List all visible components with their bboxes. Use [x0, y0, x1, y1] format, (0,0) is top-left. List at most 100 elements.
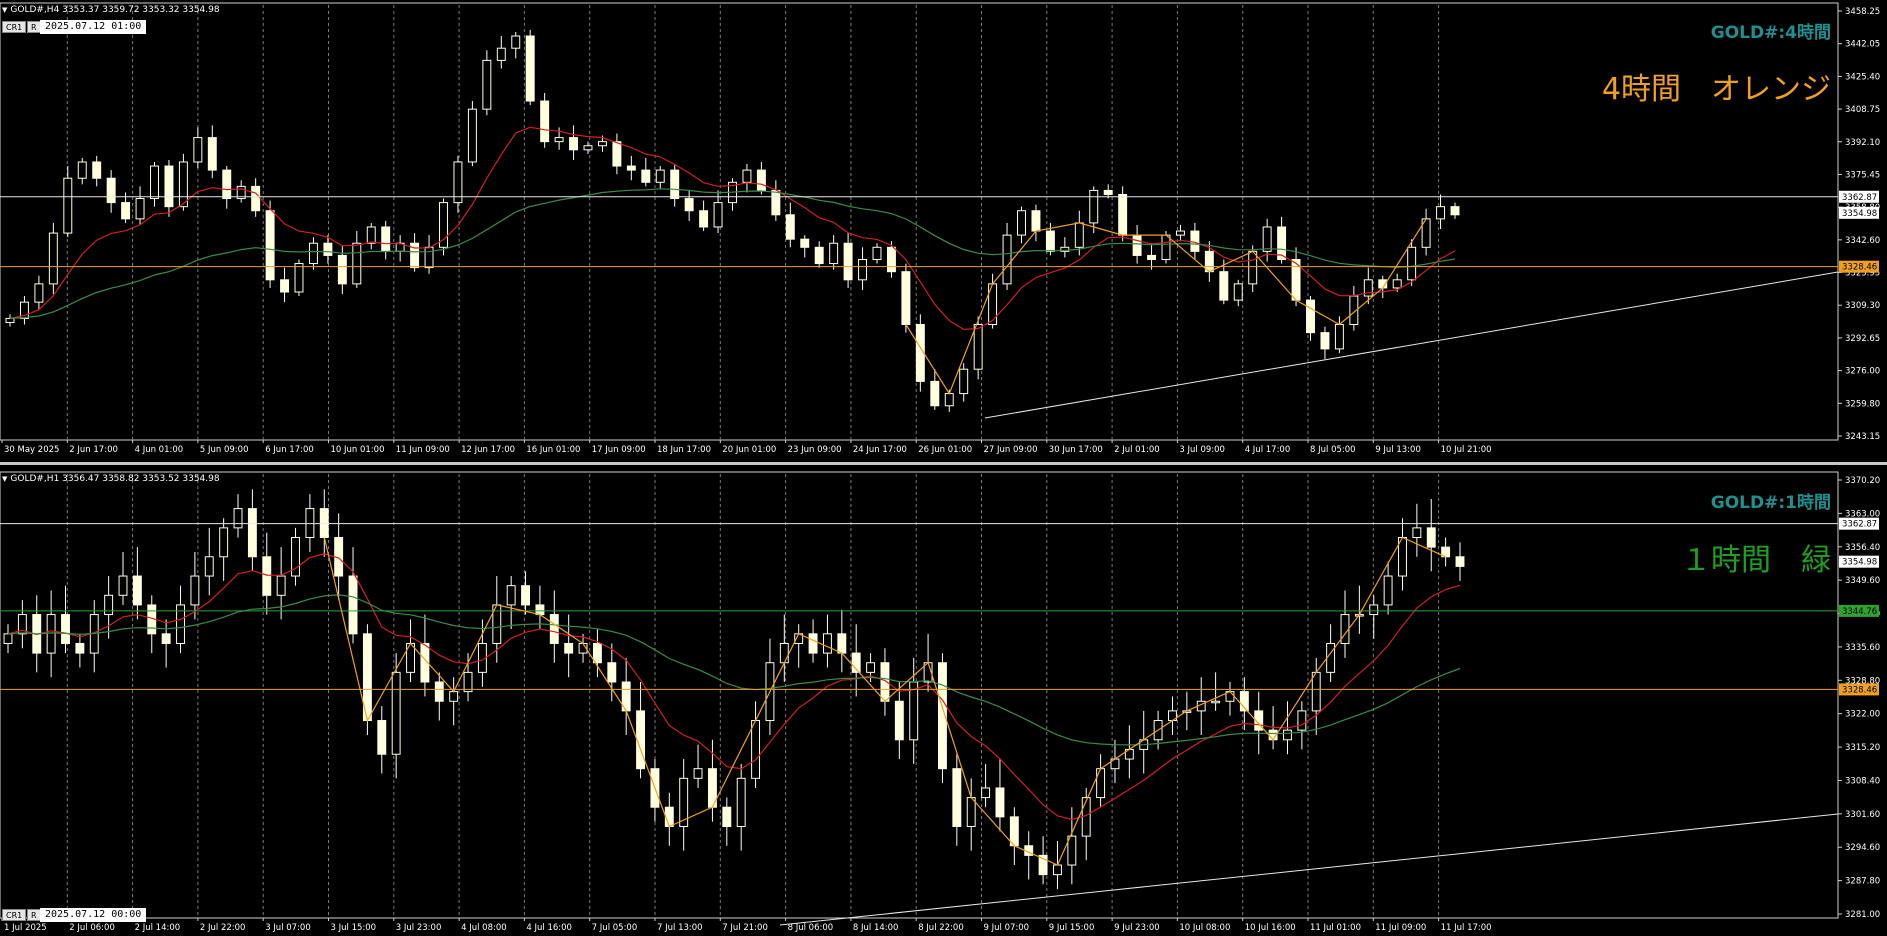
collapse-arrow-icon[interactable]: ▼ [2, 475, 7, 483]
r-button[interactable]: R [27, 909, 41, 921]
panel-divider[interactable] [0, 462, 1887, 465]
candle-body [337, 254, 347, 285]
time-label: 8 Jul 14:00 [853, 923, 899, 933]
candle-body [1233, 283, 1243, 301]
candle-body [164, 165, 174, 208]
price-tick-label: 3442.05 [1845, 40, 1880, 50]
candle-body [1017, 210, 1026, 236]
candle-body [222, 169, 232, 200]
time-label: 6 Jun 17:00 [265, 445, 314, 455]
candle-body [150, 165, 159, 200]
candle-body [104, 594, 114, 616]
candle-body [233, 508, 243, 529]
candle-body [722, 806, 732, 827]
candle-body [901, 271, 911, 326]
candle-body [930, 380, 940, 407]
candle-body [118, 575, 128, 596]
candle-body [193, 137, 203, 163]
candle-body [1320, 332, 1330, 350]
price-tag-label: 3354.98 [1842, 209, 1877, 219]
candle-body [1392, 279, 1402, 289]
candle-body [564, 642, 574, 654]
candle-body [61, 614, 70, 644]
time-label: 8 Jul 05:00 [1310, 445, 1356, 455]
candle-body [612, 141, 622, 167]
candle-body [1334, 324, 1344, 350]
time-label: 9 Jul 13:00 [1375, 445, 1421, 455]
candle-body [866, 662, 876, 673]
candle-body [1219, 271, 1229, 301]
price-tick-label: 3335.60 [1845, 643, 1880, 653]
price-tick-label: 3259.80 [1845, 399, 1880, 409]
cr1-button[interactable]: CR1 [2, 21, 27, 33]
candle-body [1053, 864, 1062, 876]
h1-symbol-label: GOLD#:1時間 [1710, 493, 1831, 513]
candle-body [1412, 527, 1422, 539]
price-tick-label: 3342.60 [1845, 236, 1880, 246]
candle-body [1161, 234, 1171, 260]
cr1-button[interactable]: CR1 [2, 909, 27, 921]
time-label: 2 Jul 06:00 [69, 923, 115, 933]
candle-body [1383, 575, 1393, 606]
time-label: 4 Jul 08:00 [461, 923, 507, 933]
time-label: 12 Jun 17:00 [461, 445, 515, 455]
candle-body [684, 198, 694, 212]
price-tag-label: 3328.46 [1842, 263, 1877, 273]
time-label: 17 Jun 09:00 [592, 445, 646, 455]
time-label: 24 Jun 17:00 [853, 445, 907, 455]
time-label: 8 Jul 06:00 [788, 923, 834, 933]
price-tick-label: 3315.20 [1845, 743, 1880, 753]
time-label: 8 Jul 22:00 [918, 923, 964, 933]
candle-body [554, 137, 564, 143]
time-label: 4 Jun 01:00 [135, 445, 184, 455]
candle-body [178, 161, 188, 208]
time-label: 26 Jun 01:00 [918, 445, 972, 455]
candle-body [482, 59, 492, 110]
candle-body [381, 226, 391, 252]
candle-body [207, 137, 217, 171]
candle-body [3, 633, 13, 644]
candle-body [323, 242, 333, 256]
candle-body [1297, 710, 1307, 731]
candle-body [34, 283, 44, 303]
price-tick-label: 3287.80 [1845, 877, 1880, 887]
candle-body [348, 575, 358, 635]
candle-body [352, 242, 362, 285]
price-tick-label: 3425.40 [1845, 72, 1880, 82]
candle-body [319, 508, 329, 539]
r-button[interactable]: R [27, 21, 41, 33]
time-label: 4 Jul 16:00 [526, 923, 572, 933]
time-label: 7 Jul 21:00 [722, 923, 768, 933]
time-label: 27 Jun 09:00 [984, 445, 1038, 455]
price-tick-label: 3370.20 [1845, 476, 1880, 486]
candle-body [1190, 230, 1200, 252]
h1-big-label: １時間 緑 [1681, 543, 1831, 578]
candle-body [699, 210, 709, 228]
candle-body [92, 161, 102, 179]
candle-body [829, 242, 839, 265]
h4-symbol-label: GOLD#:4時間 [1710, 23, 1831, 43]
price-tick-label: 3308.40 [1845, 776, 1880, 786]
candle-body [308, 242, 318, 265]
candle-body [944, 393, 954, 407]
price-tag-label: 3362.87 [1842, 520, 1877, 530]
candle-body [276, 575, 286, 596]
price-tick-label: 3281.00 [1845, 910, 1880, 920]
time-label: 10 Jun 01:00 [331, 445, 385, 455]
collapse-arrow-icon[interactable]: ▼ [2, 6, 7, 14]
chart-canvas[interactable]: 30 May 2025 2 Jun 17:00 4 Jun 01:00 5 Jun 0… [0, 0, 1887, 936]
time-label: 11 Jun 09:00 [396, 445, 450, 455]
time-label: 10 Jul 08:00 [1179, 923, 1230, 933]
candle-body [592, 642, 602, 664]
candle-body [1340, 614, 1350, 644]
time-label: 3 Jul 15:00 [331, 923, 377, 933]
price-tick-label: 3392.10 [1845, 138, 1880, 148]
candle-body [1311, 671, 1321, 712]
candle-body [713, 202, 723, 228]
candle-body [1211, 700, 1221, 704]
price-tick-label: 3356.40 [1845, 543, 1880, 553]
candle-body [800, 238, 810, 248]
candle-body [664, 806, 674, 827]
h4-header-text: GOLD#,H4 3353.37 3359.72 3353.32 3354.98 [10, 5, 220, 15]
candle-body [1096, 768, 1106, 799]
